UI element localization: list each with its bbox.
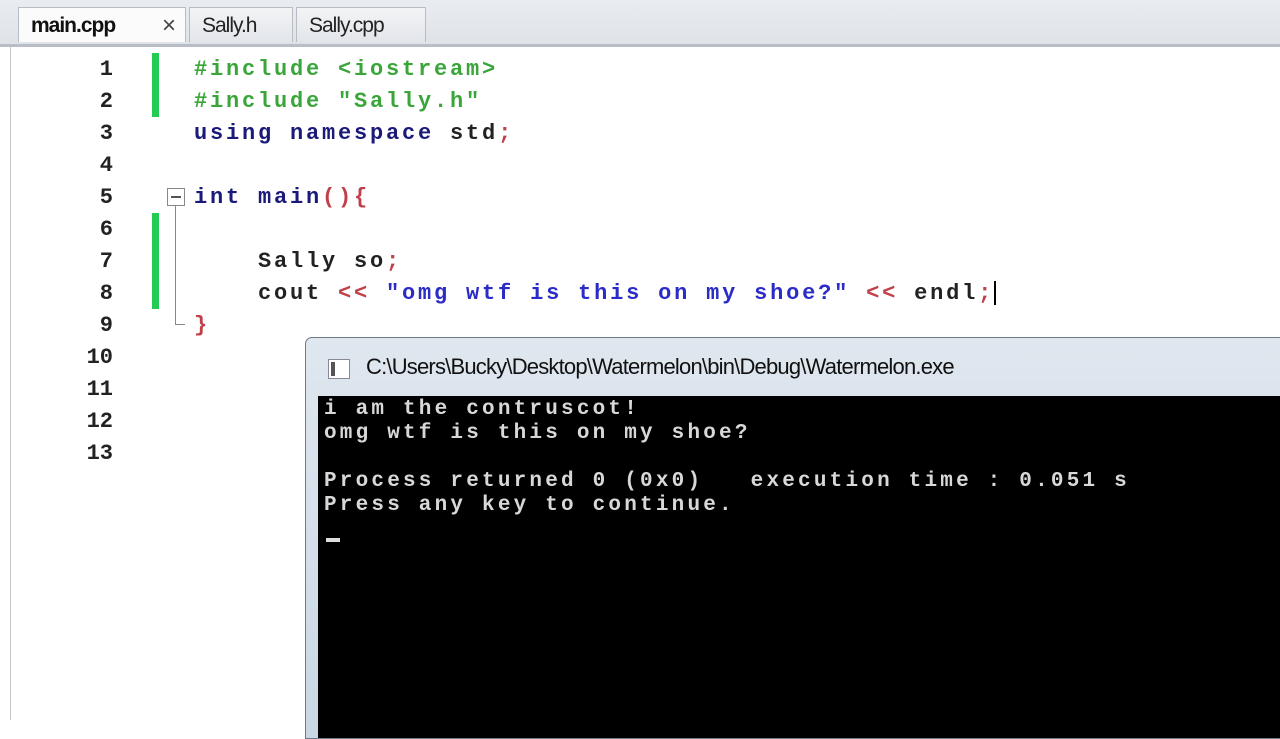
line-number: 2 (99, 89, 113, 114)
line-number: 3 (99, 121, 113, 146)
code-line-3: using namespace std; (194, 121, 514, 146)
line-number: 9 (99, 313, 113, 338)
change-marker (152, 213, 159, 309)
console-output[interactable]: i am the contruscot! omg wtf is this on … (318, 396, 1280, 738)
keyword: using namespace (194, 121, 451, 146)
identifier: std (450, 121, 499, 146)
tab-bar: main.cpp × Sally.h Sally.cpp (0, 0, 1280, 47)
tab-sally-h[interactable]: Sally.h (189, 7, 293, 42)
operator: ; (386, 249, 403, 274)
line-number: 4 (99, 153, 113, 178)
tab-main-cpp[interactable]: main.cpp × (18, 7, 186, 42)
tab-sally-cpp[interactable]: Sally.cpp (296, 7, 426, 42)
line-number: 1 (99, 57, 113, 82)
tab-label: Sally.cpp (309, 14, 385, 37)
tab-label: Sally.h (202, 14, 257, 37)
console-line: Process returned 0 (0x0) execution time … (324, 470, 1130, 493)
fold-line-end (175, 324, 185, 325)
identifier: endl (914, 281, 979, 306)
console-title: C:\Users\Bucky\Desktop\Watermelon\bin\De… (366, 354, 955, 379)
line-number: 6 (99, 217, 113, 242)
tab-label: main.cpp (31, 14, 116, 37)
code-line-7: Sally so; (194, 249, 402, 274)
console-window[interactable]: C:\Users\Bucky\Desktop\Watermelon\bin\De… (305, 337, 1280, 739)
code-line-8: cout << "omg wtf is this on my shoe?" <<… (194, 281, 997, 306)
line-number: 12 (86, 409, 113, 434)
line-number: 10 (86, 345, 113, 370)
code-line-2: #include "Sally.h" (194, 89, 483, 114)
keyword: int main (194, 185, 323, 210)
fold-line (175, 206, 176, 324)
line-number: 11 (86, 377, 113, 402)
line-number: 5 (99, 185, 113, 210)
identifier: Sally so (194, 249, 387, 274)
operator: << (338, 281, 387, 306)
code-line-5: int main(){ (194, 185, 370, 210)
operator: << (850, 281, 915, 306)
operator: ; (498, 121, 515, 146)
console-line: i am the contruscot! (324, 398, 641, 421)
fold-toggle-icon[interactable] (167, 188, 185, 206)
console-app-icon (328, 359, 350, 379)
string-literal: "omg wtf is this on my shoe?" (386, 281, 851, 306)
change-marker (152, 53, 159, 117)
code-line-1: #include <iostream> (194, 57, 499, 82)
line-number: 8 (99, 281, 113, 306)
identifier: cout (194, 281, 339, 306)
operator: (){ (322, 185, 371, 210)
close-icon[interactable]: × (162, 8, 176, 43)
console-cursor (326, 538, 340, 542)
text-cursor (994, 281, 997, 306)
operator: ; (978, 281, 995, 306)
line-number: 7 (99, 249, 113, 274)
code-line-9: } (194, 313, 211, 338)
console-line: Press any key to continue. (324, 494, 735, 517)
line-number: 13 (86, 441, 113, 466)
console-line: omg wtf is this on my shoe? (324, 422, 751, 445)
